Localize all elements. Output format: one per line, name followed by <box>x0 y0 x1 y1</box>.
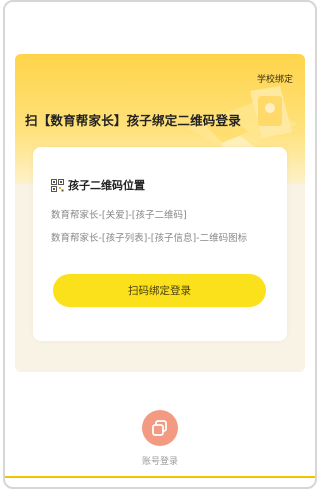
phone-bottom-line <box>5 476 315 478</box>
info-card: 孩子二维码位置 数育帮家长-[关爱]-[孩子二维码] 数育帮家长-[孩子列表]-… <box>33 147 287 341</box>
copy-icon <box>152 420 167 436</box>
account-login-button[interactable] <box>142 410 178 446</box>
card-header: 孩子二维码位置 <box>51 177 145 193</box>
page-title: 扫【数育帮家长】孩子绑定二维码登录 <box>25 113 241 128</box>
path-instruction-1: 数育帮家长-[关爱]-[孩子二维码] <box>51 210 187 221</box>
school-bind-link[interactable]: 学校绑定 <box>257 72 293 85</box>
card-heading: 孩子二维码位置 <box>68 179 145 192</box>
qr-code-icon <box>51 178 64 192</box>
account-login-label[interactable]: 账号登录 <box>0 454 320 467</box>
path-instruction-2: 数育帮家长-[孩子列表]-[孩子信息]-二维码图标 <box>51 233 248 244</box>
scan-bind-login-button[interactable]: 扫码绑定登录 <box>53 274 266 307</box>
